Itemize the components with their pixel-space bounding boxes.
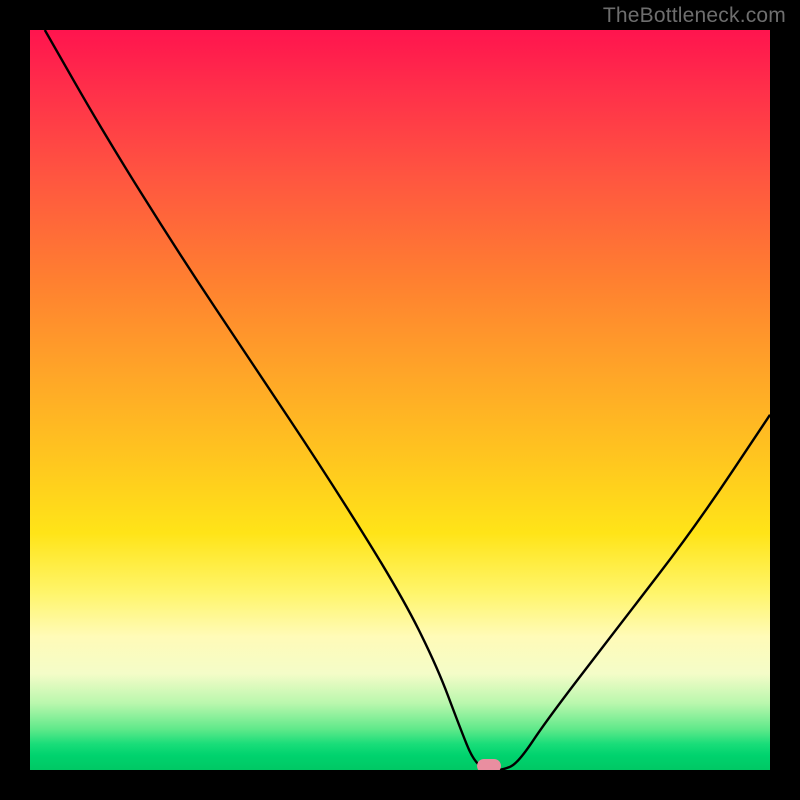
plot-area (30, 30, 770, 770)
bottleneck-curve (45, 30, 770, 770)
curve-layer (30, 30, 770, 770)
optimal-point-marker (477, 759, 501, 770)
chart-frame: TheBottleneck.com (0, 0, 800, 800)
watermark-text: TheBottleneck.com (603, 4, 786, 28)
